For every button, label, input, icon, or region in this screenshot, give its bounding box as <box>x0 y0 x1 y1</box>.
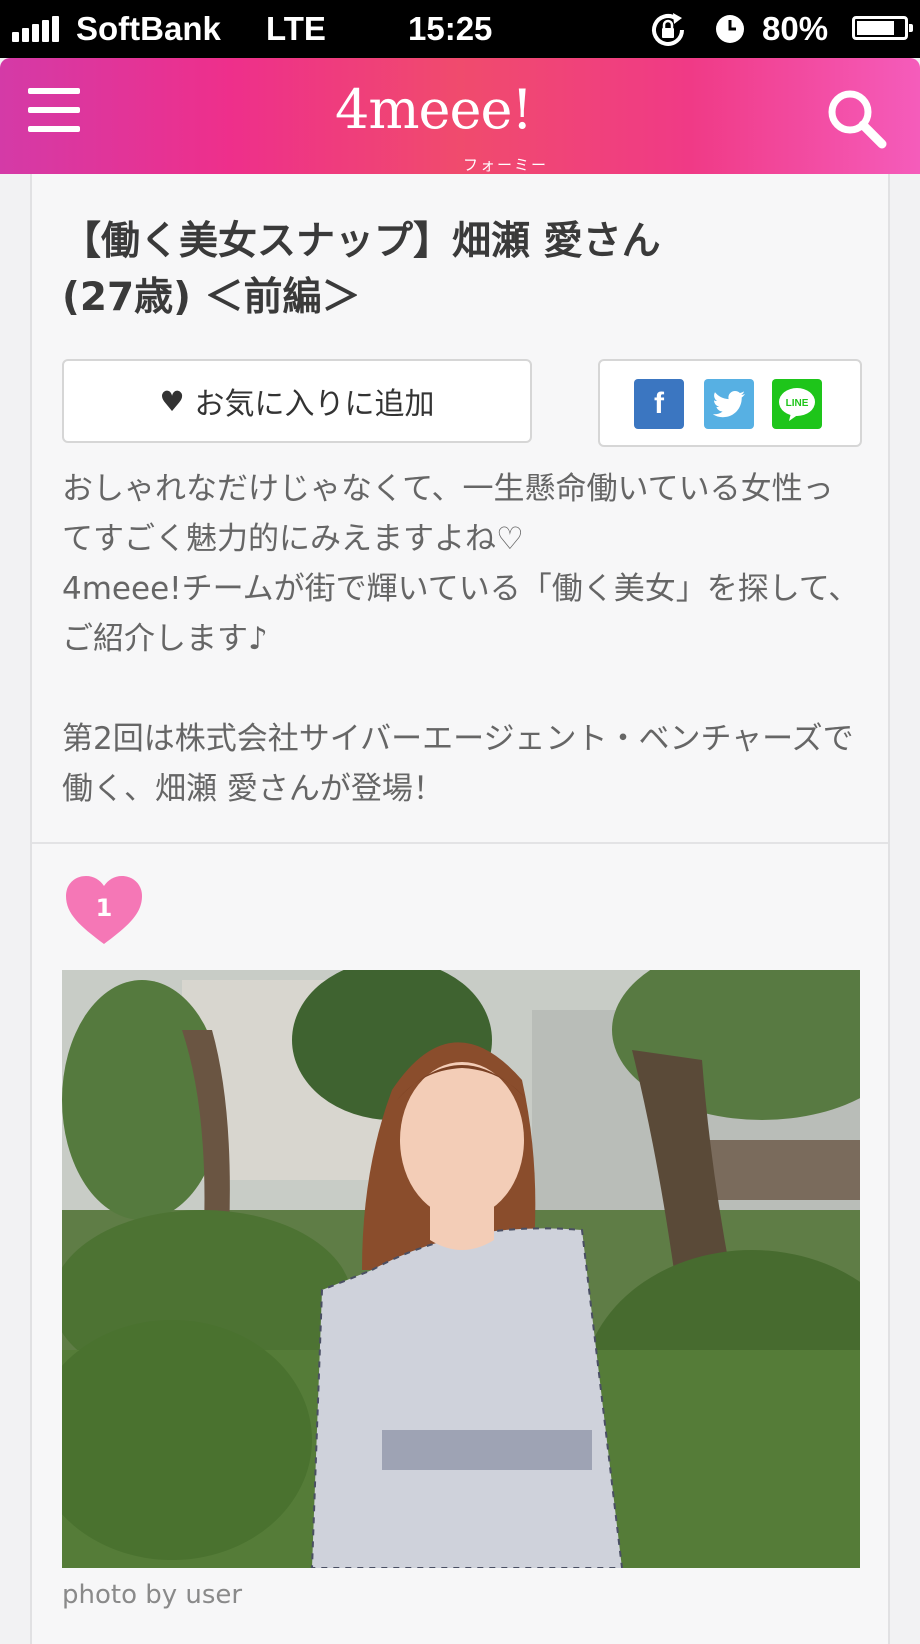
article-card: 【働く美女スナップ】畑瀬 愛さん (27歳) ＜前編＞ ♥ お気に入りに追加 f… <box>30 174 890 1644</box>
add-favorite-label: お気に入りに追加 <box>194 387 435 422</box>
section-divider <box>32 842 888 844</box>
photo-credit: photo by user <box>62 1580 243 1610</box>
status-time: 15:25 <box>408 10 493 47</box>
network-label: LTE <box>266 10 326 47</box>
intro-paragraph-3: 第2回は株式会社サイバーエージェント・ベンチャーズで働く、畑瀬 愛さんが登場！ <box>62 721 854 807</box>
site-logo[interactable]: 4meee! フォーミー <box>335 78 585 174</box>
heart-icon: ♥ <box>159 384 185 418</box>
title-line-2: (27歳) ＜前編＞ <box>62 275 361 320</box>
article-photo[interactable] <box>62 970 860 1568</box>
logo-kana: フォーミー <box>463 156 549 174</box>
signal-icon <box>12 14 59 42</box>
line-text: LINE <box>786 398 809 409</box>
menu-icon[interactable] <box>28 88 84 144</box>
alarm-icon <box>716 15 744 43</box>
article-intro: おしゃれなだけじゃなくて、一生懸命働いている女性ってすごく魅力的にみえますよね♡… <box>62 464 862 814</box>
twitter-bird <box>712 391 745 418</box>
line-bubble: LINE <box>779 388 815 421</box>
carrier-label: SoftBank <box>76 10 221 47</box>
add-favorite-button[interactable]: ♥ お気に入りに追加 <box>62 359 532 443</box>
share-buttons: f LINE <box>598 359 862 447</box>
title-line-1: 【働く美女スナップ】畑瀬 愛さん <box>62 219 661 264</box>
twitter-icon[interactable] <box>704 379 754 429</box>
article-title: 【働く美女スナップ】畑瀬 愛さん (27歳) ＜前編＞ <box>62 214 862 326</box>
search-icon[interactable] <box>824 86 888 150</box>
battery-icon <box>852 16 913 40</box>
battery-percent: 80% <box>762 10 829 47</box>
app-header: 4meee! フォーミー <box>0 58 920 174</box>
intro-paragraph-1: おしゃれなだけじゃなくて、一生懸命働いている女性ってすごく魅力的にみえますよね♡ <box>62 471 834 557</box>
line-icon[interactable]: LINE <box>772 379 822 429</box>
rank-heart-icon: 1 <box>66 876 142 944</box>
facebook-icon[interactable]: f <box>634 379 684 429</box>
logo-text: 4meee! <box>335 78 533 141</box>
facebook-letter: f <box>654 387 664 420</box>
intro-paragraph-2: 4meee!チームが街で輝いている「働く美女」を探して、ご紹介します♪ <box>62 571 860 657</box>
photo-illustration <box>62 970 860 1568</box>
rank-number: 1 <box>96 894 113 922</box>
rotation-lock-icon <box>652 13 684 46</box>
status-bar: SoftBank LTE 15:25 80% <box>0 0 920 58</box>
